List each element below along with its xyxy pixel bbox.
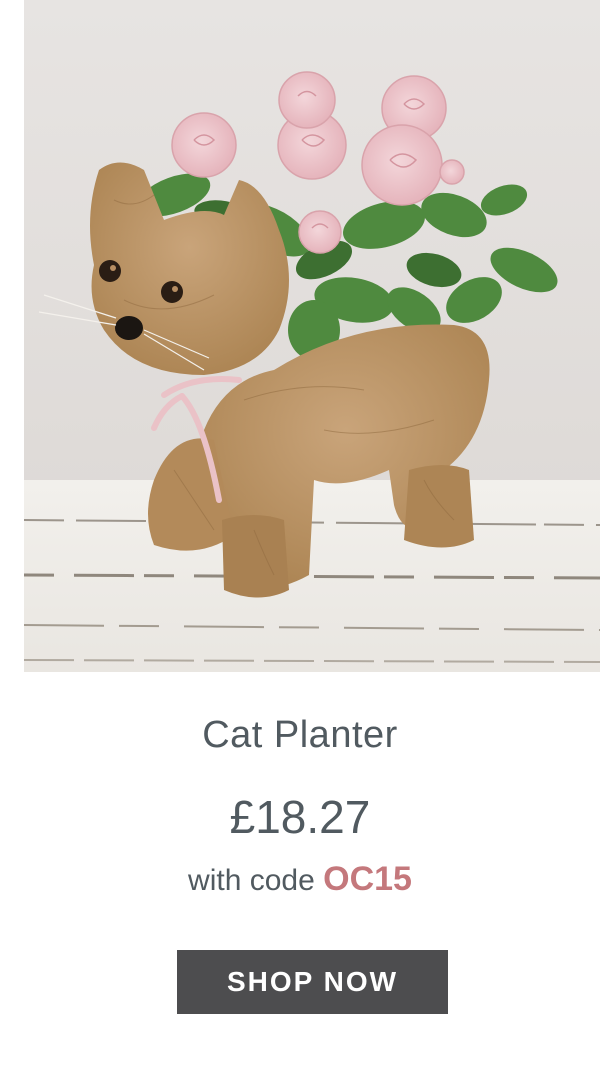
promo-prefix: with code: [188, 864, 315, 897]
promo-code: OC15: [323, 860, 412, 898]
shop-now-button[interactable]: SHOP NOW: [177, 950, 448, 1014]
product-image[interactable]: [24, 0, 600, 672]
product-price: £18.27: [229, 791, 371, 843]
promo-line: with code OC15: [0, 860, 600, 899]
promo-card: Cat Planter £18.27 with code OC15 SHOP N…: [0, 0, 600, 1070]
product-title[interactable]: Cat Planter: [0, 714, 600, 757]
